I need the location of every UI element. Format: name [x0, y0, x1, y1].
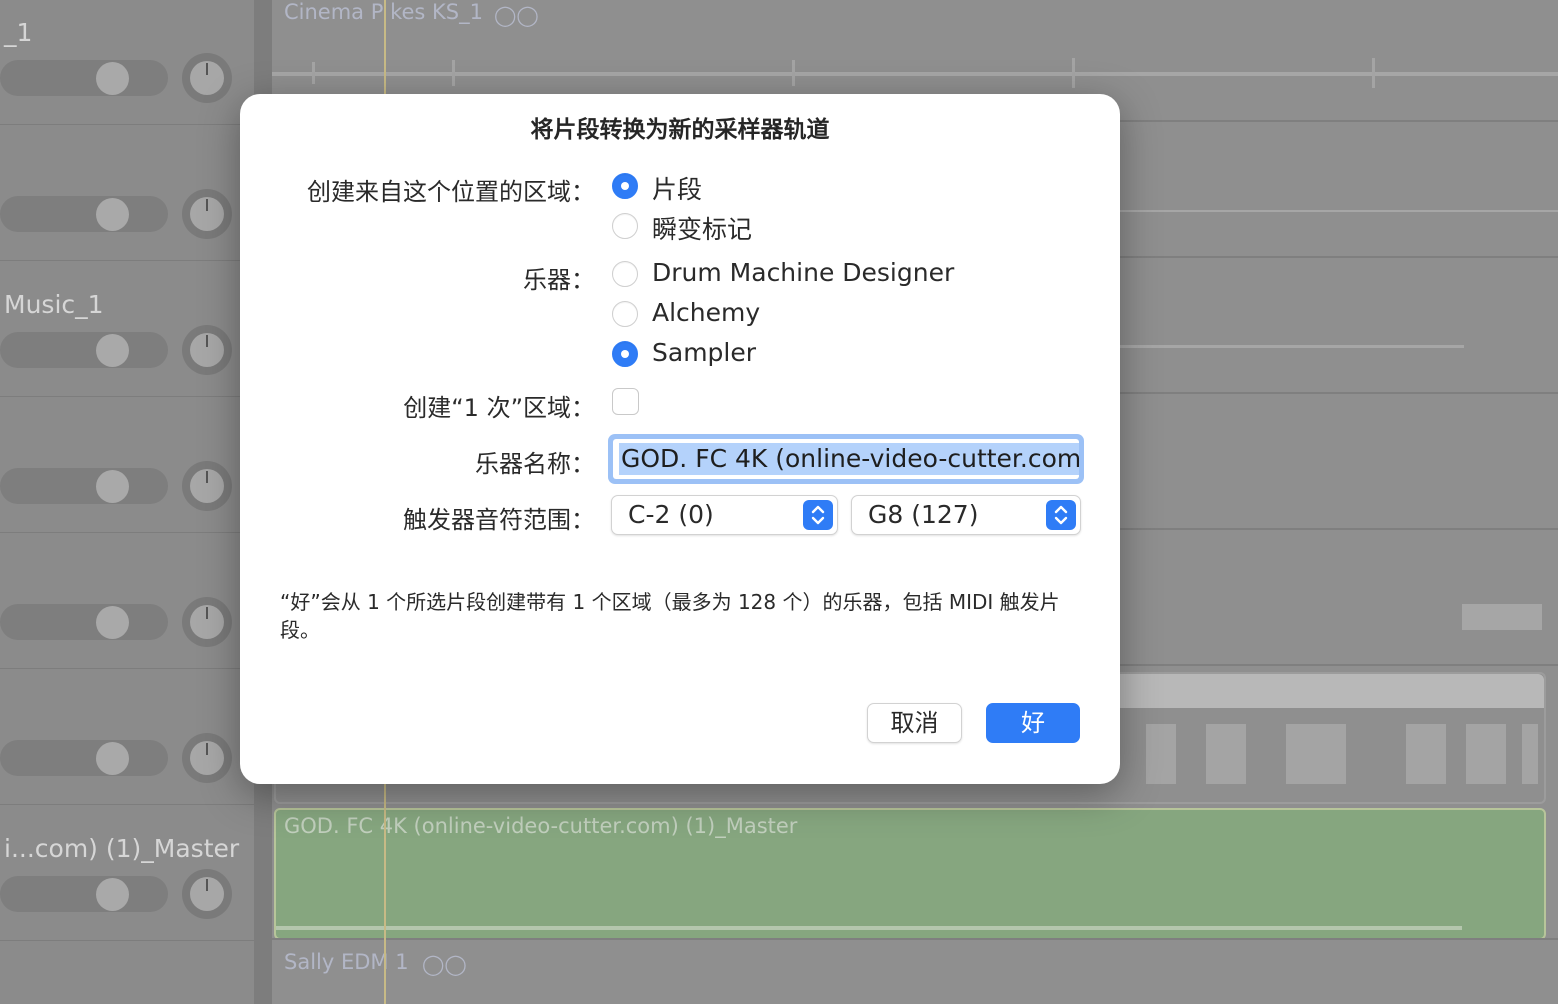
slider-thumb[interactable]: [96, 470, 129, 503]
volume-slider[interactable]: [0, 332, 168, 368]
track-header[interactable]: Music_1: [0, 260, 254, 397]
track-header[interactable]: [0, 668, 254, 805]
trigger-low-value: C-2 (0): [628, 500, 714, 529]
track-header[interactable]: [0, 532, 254, 669]
waveform: [272, 72, 1558, 76]
radio-button[interactable]: [612, 301, 638, 327]
region-title: GOD. FC 4K (online-video-cutter.com) (1)…: [284, 814, 798, 838]
pan-knob[interactable]: [182, 461, 232, 511]
pan-knob[interactable]: [182, 53, 232, 103]
pan-knob[interactable]: [182, 189, 232, 239]
instrument-label: 乐器：: [523, 266, 595, 294]
info-note: “好”会从 1 个所选片段创建带有 1 个区域（最多为 128 个）的乐器，包括…: [280, 590, 1060, 642]
convert-to-sampler-dialog: 将片段转换为新的采样器轨道 创建来自这个位置的区域： 片段 瞬变标记 乐器： D…: [240, 94, 1120, 784]
cancel-button[interactable]: 取消: [867, 703, 962, 743]
instrument-name-label: 乐器名称：: [475, 450, 595, 478]
radio-label[interactable]: Sampler: [652, 338, 756, 367]
radio-button[interactable]: [612, 341, 638, 367]
volume-slider[interactable]: [0, 468, 168, 504]
radio-label[interactable]: 片段: [652, 170, 702, 206]
pan-knob[interactable]: [182, 325, 232, 375]
ok-button[interactable]: 好: [986, 703, 1080, 743]
volume-slider[interactable]: [0, 604, 168, 640]
stepper-icon[interactable]: [803, 500, 833, 530]
track-header[interactable]: _1: [0, 0, 254, 125]
slider-thumb[interactable]: [96, 198, 129, 231]
loop-icon: ◯◯: [494, 3, 539, 27]
radio-label[interactable]: Alchemy: [652, 298, 760, 327]
radio-label[interactable]: 瞬变标记: [652, 210, 752, 246]
volume-slider[interactable]: [0, 196, 168, 232]
loop-icon: ◯◯: [422, 952, 467, 976]
radio-button[interactable]: [612, 173, 638, 199]
pan-knob[interactable]: [182, 733, 232, 783]
one-shot-label: 创建“1 次”区域：: [403, 394, 595, 422]
trigger-low-select[interactable]: C-2 (0): [611, 495, 838, 535]
instrument-name-value[interactable]: GOD. FC 4K (online-video-cutter.com: [619, 443, 1079, 475]
track-headers: _1 Music_1 i...com) (1)_Master: [0, 0, 254, 1004]
radio-label[interactable]: Drum Machine Designer: [652, 258, 954, 287]
volume-slider[interactable]: [0, 876, 168, 912]
trigger-high-select[interactable]: G8 (127): [851, 495, 1081, 535]
track-name: i...com) (1)_Master: [4, 834, 240, 863]
trigger-high-value: G8 (127): [868, 500, 979, 529]
slider-thumb[interactable]: [96, 334, 129, 367]
volume-slider[interactable]: [0, 60, 168, 96]
region-title: Sally EDM 1: [284, 950, 409, 974]
slider-thumb[interactable]: [96, 62, 129, 95]
track-name: Music_1: [4, 290, 104, 319]
selected-region[interactable]: GOD. FC 4K (online-video-cutter.com) (1)…: [274, 808, 1546, 940]
volume-slider[interactable]: [0, 740, 168, 776]
stepper-icon[interactable]: [1046, 500, 1076, 530]
slider-thumb[interactable]: [96, 606, 129, 639]
one-shot-checkbox[interactable]: [612, 388, 639, 415]
instrument-name-input[interactable]: GOD. FC 4K (online-video-cutter.com: [613, 439, 1079, 479]
dialog-title: 将片段转换为新的采样器轨道: [530, 117, 830, 143]
track-header[interactable]: [0, 396, 254, 533]
track-header[interactable]: [0, 124, 254, 261]
track-name: _1: [4, 18, 33, 47]
trigger-range-label: 触发器音符范围：: [403, 506, 595, 534]
create-from-label: 创建来自这个位置的区域：: [307, 178, 595, 206]
pan-knob[interactable]: [182, 869, 232, 919]
track-header[interactable]: i...com) (1)_Master: [0, 804, 254, 941]
pan-knob[interactable]: [182, 597, 232, 647]
slider-thumb[interactable]: [96, 742, 129, 775]
radio-button[interactable]: [612, 261, 638, 287]
slider-thumb[interactable]: [96, 878, 129, 911]
radio-button[interactable]: [612, 213, 638, 239]
